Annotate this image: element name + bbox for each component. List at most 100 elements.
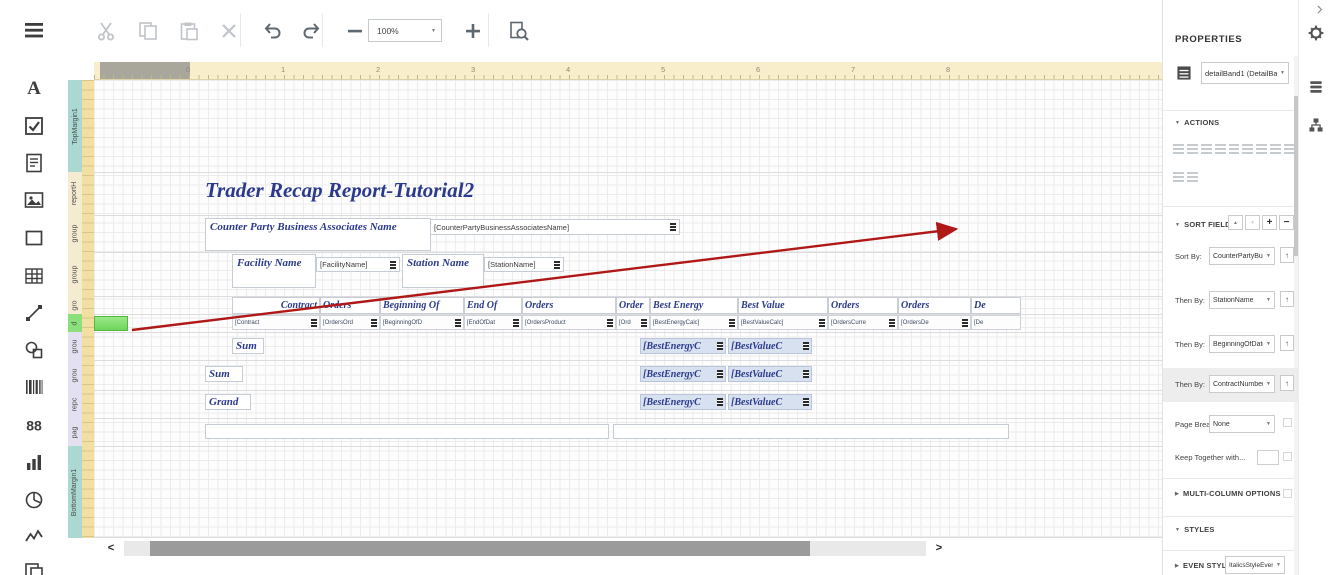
action-icon[interactable]: [1173, 172, 1184, 182]
keep-together-input[interactable]: [1257, 450, 1279, 465]
page-break-checkbox[interactable]: [1283, 418, 1292, 427]
table-header-cell[interactable]: End Of: [464, 297, 522, 314]
richtext-tool-icon[interactable]: [23, 152, 45, 174]
sort-field-dropdown[interactable]: BeginningOfDateRange▼: [1209, 335, 1275, 353]
copy-button[interactable]: [137, 20, 159, 42]
zoom-level-dropdown[interactable]: 100%▼: [368, 19, 442, 42]
summary-field[interactable]: [BestValueC: [728, 338, 812, 354]
detail-field-cell[interactable]: [OrdersCurre: [828, 315, 898, 330]
action-icon[interactable]: [1187, 172, 1198, 182]
group-header1-label[interactable]: Counter Party Business Associates Name: [205, 218, 431, 251]
summary-field[interactable]: [BestValueC: [728, 394, 812, 410]
sort-ascending-button[interactable]: ↑: [1280, 247, 1294, 263]
sort-move-up-button[interactable]: ▲: [1228, 215, 1243, 230]
barcode-tool-icon[interactable]: [23, 376, 45, 398]
add-sort-field-button[interactable]: +: [1262, 215, 1277, 230]
table-header-cell[interactable]: Orders: [828, 297, 898, 314]
station-name-field[interactable]: [StationName]: [484, 257, 564, 272]
gear-icon[interactable]: [1307, 24, 1325, 42]
sort-fields-section-header[interactable]: ▼SORT FIELDS: [1175, 220, 1236, 229]
preview-button[interactable]: [508, 20, 530, 42]
detail-field-cell[interactable]: [De: [971, 315, 1021, 330]
action-icon[interactable]: [1173, 144, 1184, 154]
sort-field-dropdown[interactable]: ContractNumber▼: [1209, 375, 1275, 393]
collapse-chevron-icon[interactable]: [1314, 4, 1325, 15]
actions-section-header[interactable]: ▼ACTIONS: [1175, 118, 1219, 127]
subreport-tool-icon[interactable]: [23, 561, 45, 575]
scroll-right-button[interactable]: >: [926, 541, 952, 556]
line-tool-icon[interactable]: [23, 302, 45, 324]
table-header-cell[interactable]: Beginning Of: [380, 297, 464, 314]
zoom-in-button[interactable]: [462, 20, 484, 42]
table-header-cell[interactable]: Best Energy: [650, 297, 738, 314]
band-tab-grou[interactable]: grou: [68, 332, 82, 360]
zipcode-tool-icon[interactable]: 88: [23, 414, 45, 436]
action-icon[interactable]: [1215, 144, 1226, 154]
detail-field-cell[interactable]: [BeginningOfD: [380, 315, 464, 330]
facility-name-label[interactable]: Facility Name: [232, 254, 316, 288]
report-explorer-icon[interactable]: [1307, 116, 1325, 134]
sort-ascending-button[interactable]: ↑: [1280, 335, 1294, 351]
zoom-out-button[interactable]: [344, 20, 366, 42]
piechart-tool-icon[interactable]: [23, 489, 45, 511]
sort-ascending-button[interactable]: ↑: [1280, 291, 1294, 307]
band-tab-reportH[interactable]: reportH: [68, 172, 82, 215]
even-style-header[interactable]: ▶EVEN STYLE: [1175, 561, 1232, 570]
detail-field-cell[interactable]: [Ord: [616, 315, 650, 330]
sort-field-dropdown[interactable]: StationName▼: [1209, 291, 1275, 309]
paste-button[interactable]: [178, 20, 200, 42]
table-header-cell[interactable]: Contract: [232, 297, 320, 314]
summary-label[interactable]: Grand: [205, 394, 251, 410]
table-tool-icon[interactable]: [23, 265, 45, 287]
action-icon[interactable]: [1201, 144, 1212, 154]
sort-field-dropdown[interactable]: CounterPartyBusinessAss▼: [1209, 247, 1275, 265]
field-list-icon[interactable]: [1307, 78, 1325, 96]
page-footer-box-left[interactable]: [205, 424, 609, 439]
cut-button[interactable]: [95, 20, 117, 42]
sort-move-down-button[interactable]: ▼: [1245, 215, 1260, 230]
action-icon[interactable]: [1270, 144, 1281, 154]
multi-column-section-header[interactable]: ▶MULTI-COLUMN OPTIONS: [1175, 489, 1281, 498]
action-icon[interactable]: [1256, 144, 1267, 154]
scrollbar-thumb[interactable]: [150, 541, 810, 556]
undo-button[interactable]: [262, 20, 284, 42]
band-tab-BottomMargin1[interactable]: BottomMargin1: [68, 446, 82, 538]
detail-field-cell[interactable]: [OrdersProduct: [522, 315, 616, 330]
page-footer-box-right[interactable]: [613, 424, 1009, 439]
table-header-cell[interactable]: Order: [616, 297, 650, 314]
sort-ascending-button[interactable]: ↑: [1280, 375, 1294, 391]
action-icon[interactable]: [1187, 144, 1198, 154]
label-tool-icon[interactable]: A: [23, 77, 45, 99]
horizontal-scrollbar[interactable]: < >: [98, 541, 952, 556]
menu-icon[interactable]: [23, 19, 45, 41]
scroll-left-button[interactable]: <: [98, 541, 124, 556]
detail-band-selection-handle[interactable]: [94, 316, 128, 331]
chart-tool-icon[interactable]: [23, 451, 45, 473]
detail-field-cell[interactable]: [Contract: [232, 315, 320, 330]
table-header-cell[interactable]: De: [971, 297, 1021, 314]
band-tab-grou[interactable]: grou: [68, 360, 82, 390]
delete-button[interactable]: [218, 20, 240, 42]
band-tab-repc[interactable]: repc: [68, 390, 82, 418]
facility-name-field[interactable]: [FacilityName]: [316, 257, 400, 272]
detail-field-cell[interactable]: [OrdersOrd: [320, 315, 380, 330]
even-style-dropdown[interactable]: ItalicsStyleEvenRow ▼: [1225, 556, 1285, 574]
keep-together-checkbox[interactable]: [1283, 452, 1292, 461]
picture-tool-icon[interactable]: [23, 189, 45, 211]
band-tab-group[interactable]: group: [68, 252, 82, 296]
summary-field[interactable]: [BestEnergyC: [640, 366, 726, 382]
shape-tool-icon[interactable]: [23, 339, 45, 361]
group-header1-field[interactable]: [CounterPartyBusinessAssociatesName]: [430, 219, 680, 235]
table-header-cell[interactable]: Orders: [522, 297, 616, 314]
panel-tool-icon[interactable]: [23, 227, 45, 249]
report-title-control[interactable]: Trader Recap Report-Tutorial2: [205, 174, 635, 206]
summary-field[interactable]: [BestEnergyC: [640, 394, 726, 410]
band-tab-pag[interactable]: pag: [68, 418, 82, 446]
redo-button[interactable]: [300, 20, 322, 42]
sparkline-tool-icon[interactable]: [23, 526, 45, 548]
band-tab-group[interactable]: group: [68, 215, 82, 252]
action-icon[interactable]: [1229, 144, 1240, 154]
detail-field-cell[interactable]: [EndOfDat: [464, 315, 522, 330]
station-name-label[interactable]: Station Name: [402, 254, 484, 288]
summary-label[interactable]: Sum: [205, 366, 243, 382]
